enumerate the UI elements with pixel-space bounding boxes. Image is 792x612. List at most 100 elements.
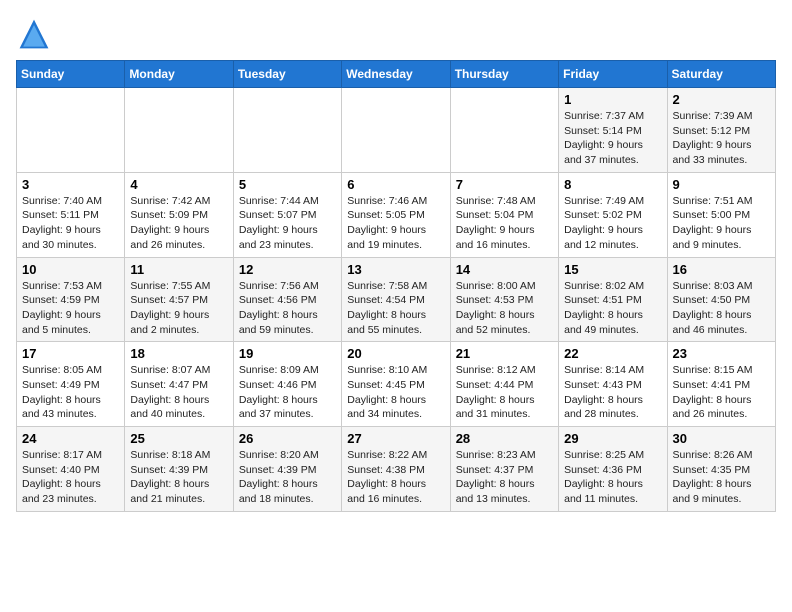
calendar-cell: 18 Sunrise: 8:07 AMSunset: 4:47 PMDayligh… bbox=[125, 342, 233, 427]
day-info: Sunrise: 7:53 AMSunset: 4:59 PMDaylight:… bbox=[22, 279, 119, 338]
weekday-header: Saturday bbox=[667, 61, 775, 88]
day-info: Sunrise: 8:07 AMSunset: 4:47 PMDaylight:… bbox=[130, 363, 227, 422]
calendar-cell: 23 Sunrise: 8:15 AMSunset: 4:41 PMDayligh… bbox=[667, 342, 775, 427]
calendar-cell: 12 Sunrise: 7:56 AMSunset: 4:56 PMDayligh… bbox=[233, 257, 341, 342]
day-number: 15 bbox=[564, 262, 661, 277]
day-info: Sunrise: 7:51 AMSunset: 5:00 PMDaylight:… bbox=[673, 194, 770, 253]
day-info: Sunrise: 8:17 AMSunset: 4:40 PMDaylight:… bbox=[22, 448, 119, 507]
day-number: 17 bbox=[22, 346, 119, 361]
calendar-cell: 2Sunrise: 7:39 AMSunset: 5:12 PMDaylight… bbox=[667, 88, 775, 173]
calendar-cell bbox=[17, 88, 125, 173]
day-info: Sunrise: 8:15 AMSunset: 4:41 PMDaylight:… bbox=[673, 363, 770, 422]
calendar-cell bbox=[450, 88, 558, 173]
calendar-cell: 7Sunrise: 7:48 AMSunset: 5:04 PMDaylight… bbox=[450, 172, 558, 257]
calendar-cell: 20Sunrise: 8:10 AMSunset: 4:45 PMDayligh… bbox=[342, 342, 450, 427]
logo bbox=[16, 16, 56, 52]
day-info: Sunrise: 8:00 AMSunset: 4:53 PMDaylight:… bbox=[456, 279, 553, 338]
day-number: 3 bbox=[22, 177, 119, 192]
day-number: 23 bbox=[673, 346, 770, 361]
day-number: 6 bbox=[347, 177, 444, 192]
calendar: SundayMondayTuesdayWednesdayThursdayFrid… bbox=[16, 60, 776, 512]
day-info: Sunrise: 7:49 AMSunset: 5:02 PMDaylight:… bbox=[564, 194, 661, 253]
day-number: 30 bbox=[673, 431, 770, 446]
day-info: Sunrise: 7:58 AMSunset: 4:54 PMDaylight:… bbox=[347, 279, 444, 338]
calendar-cell: 3 Sunrise: 7:40 AMSunset: 5:11 PMDaylight… bbox=[17, 172, 125, 257]
weekday-header: Friday bbox=[559, 61, 667, 88]
calendar-cell: 10 Sunrise: 7:53 AMSunset: 4:59 PMDayligh… bbox=[17, 257, 125, 342]
header bbox=[16, 16, 776, 52]
calendar-cell: 14 Sunrise: 8:00 AMSunset: 4:53 PMDayligh… bbox=[450, 257, 558, 342]
day-info: Sunrise: 8:05 AMSunset: 4:49 PMDaylight:… bbox=[22, 363, 119, 422]
calendar-cell: 1 Sunrise: 7:37 AMSunset: 5:14 PMDaylight… bbox=[559, 88, 667, 173]
day-info: Sunrise: 8:03 AMSunset: 4:50 PMDaylight:… bbox=[673, 279, 770, 338]
calendar-cell: 6 Sunrise: 7:46 AMSunset: 5:05 PMDaylight… bbox=[342, 172, 450, 257]
calendar-cell: 11 Sunrise: 7:55 AMSunset: 4:57 PMDayligh… bbox=[125, 257, 233, 342]
day-number: 16 bbox=[673, 262, 770, 277]
day-number: 4 bbox=[130, 177, 227, 192]
weekday-header: Wednesday bbox=[342, 61, 450, 88]
weekday-header: Thursday bbox=[450, 61, 558, 88]
day-info: Sunrise: 8:02 AMSunset: 4:51 PMDaylight:… bbox=[564, 279, 661, 338]
weekday-header-row: SundayMondayTuesdayWednesdayThursdayFrid… bbox=[17, 61, 776, 88]
calendar-cell: 16 Sunrise: 8:03 AMSunset: 4:50 PMDayligh… bbox=[667, 257, 775, 342]
calendar-cell: 9 Sunrise: 7:51 AMSunset: 5:00 PMDaylight… bbox=[667, 172, 775, 257]
calendar-cell: 22 Sunrise: 8:14 AMSunset: 4:43 PMDayligh… bbox=[559, 342, 667, 427]
day-number: 12 bbox=[239, 262, 336, 277]
day-number: 19 bbox=[239, 346, 336, 361]
calendar-cell: 25 Sunrise: 8:18 AMSunset: 4:39 PMDayligh… bbox=[125, 427, 233, 512]
day-number: 11 bbox=[130, 262, 227, 277]
calendar-week-row: 24 Sunrise: 8:17 AMSunset: 4:40 PMDayligh… bbox=[17, 427, 776, 512]
calendar-cell: 15 Sunrise: 8:02 AMSunset: 4:51 PMDayligh… bbox=[559, 257, 667, 342]
weekday-header: Tuesday bbox=[233, 61, 341, 88]
day-number: 10 bbox=[22, 262, 119, 277]
day-info: Sunrise: 7:39 AMSunset: 5:12 PMDaylight:… bbox=[673, 109, 770, 168]
calendar-cell bbox=[125, 88, 233, 173]
day-number: 29 bbox=[564, 431, 661, 446]
day-info: Sunrise: 7:40 AMSunset: 5:11 PMDaylight:… bbox=[22, 194, 119, 253]
calendar-cell bbox=[342, 88, 450, 173]
day-number: 24 bbox=[22, 431, 119, 446]
day-info: Sunrise: 7:55 AMSunset: 4:57 PMDaylight:… bbox=[130, 279, 227, 338]
day-number: 27 bbox=[347, 431, 444, 446]
calendar-cell: 30 Sunrise: 8:26 AMSunset: 4:35 PMDayligh… bbox=[667, 427, 775, 512]
calendar-cell: 24 Sunrise: 8:17 AMSunset: 4:40 PMDayligh… bbox=[17, 427, 125, 512]
day-number: 13 bbox=[347, 262, 444, 277]
calendar-cell: 4Sunrise: 7:42 AMSunset: 5:09 PMDaylight… bbox=[125, 172, 233, 257]
day-number: 8 bbox=[564, 177, 661, 192]
day-info: Sunrise: 8:26 AMSunset: 4:35 PMDaylight:… bbox=[673, 448, 770, 507]
calendar-cell: 27 Sunrise: 8:22 AMSunset: 4:38 PMDayligh… bbox=[342, 427, 450, 512]
day-number: 28 bbox=[456, 431, 553, 446]
day-info: Sunrise: 7:37 AMSunset: 5:14 PMDaylight:… bbox=[564, 109, 661, 168]
day-info: Sunrise: 8:18 AMSunset: 4:39 PMDaylight:… bbox=[130, 448, 227, 507]
day-number: 14 bbox=[456, 262, 553, 277]
day-number: 25 bbox=[130, 431, 227, 446]
day-info: Sunrise: 7:48 AMSunset: 5:04 PMDaylight:… bbox=[456, 194, 553, 253]
day-info: Sunrise: 8:10 AMSunset: 4:45 PMDaylight:… bbox=[347, 363, 444, 422]
calendar-cell: 8 Sunrise: 7:49 AMSunset: 5:02 PMDaylight… bbox=[559, 172, 667, 257]
day-info: Sunrise: 8:09 AMSunset: 4:46 PMDaylight:… bbox=[239, 363, 336, 422]
calendar-cell: 26 Sunrise: 8:20 AMSunset: 4:39 PMDayligh… bbox=[233, 427, 341, 512]
day-number: 22 bbox=[564, 346, 661, 361]
day-number: 5 bbox=[239, 177, 336, 192]
calendar-cell: 29 Sunrise: 8:25 AMSunset: 4:36 PMDayligh… bbox=[559, 427, 667, 512]
day-info: Sunrise: 8:14 AMSunset: 4:43 PMDaylight:… bbox=[564, 363, 661, 422]
day-number: 1 bbox=[564, 92, 661, 107]
day-info: Sunrise: 8:23 AMSunset: 4:37 PMDaylight:… bbox=[456, 448, 553, 507]
weekday-header: Sunday bbox=[17, 61, 125, 88]
day-number: 9 bbox=[673, 177, 770, 192]
calendar-week-row: 10 Sunrise: 7:53 AMSunset: 4:59 PMDayligh… bbox=[17, 257, 776, 342]
day-info: Sunrise: 8:22 AMSunset: 4:38 PMDaylight:… bbox=[347, 448, 444, 507]
calendar-cell: 5Sunrise: 7:44 AMSunset: 5:07 PMDaylight… bbox=[233, 172, 341, 257]
day-number: 21 bbox=[456, 346, 553, 361]
weekday-header: Monday bbox=[125, 61, 233, 88]
day-number: 18 bbox=[130, 346, 227, 361]
calendar-cell: 21 Sunrise: 8:12 AMSunset: 4:44 PMDayligh… bbox=[450, 342, 558, 427]
day-info: Sunrise: 7:56 AMSunset: 4:56 PMDaylight:… bbox=[239, 279, 336, 338]
day-info: Sunrise: 8:12 AMSunset: 4:44 PMDaylight:… bbox=[456, 363, 553, 422]
day-info: Sunrise: 7:46 AMSunset: 5:05 PMDaylight:… bbox=[347, 194, 444, 253]
day-info: Sunrise: 8:25 AMSunset: 4:36 PMDaylight:… bbox=[564, 448, 661, 507]
calendar-cell: 19 Sunrise: 8:09 AMSunset: 4:46 PMDayligh… bbox=[233, 342, 341, 427]
logo-icon bbox=[16, 16, 52, 52]
day-info: Sunrise: 8:20 AMSunset: 4:39 PMDaylight:… bbox=[239, 448, 336, 507]
day-number: 26 bbox=[239, 431, 336, 446]
